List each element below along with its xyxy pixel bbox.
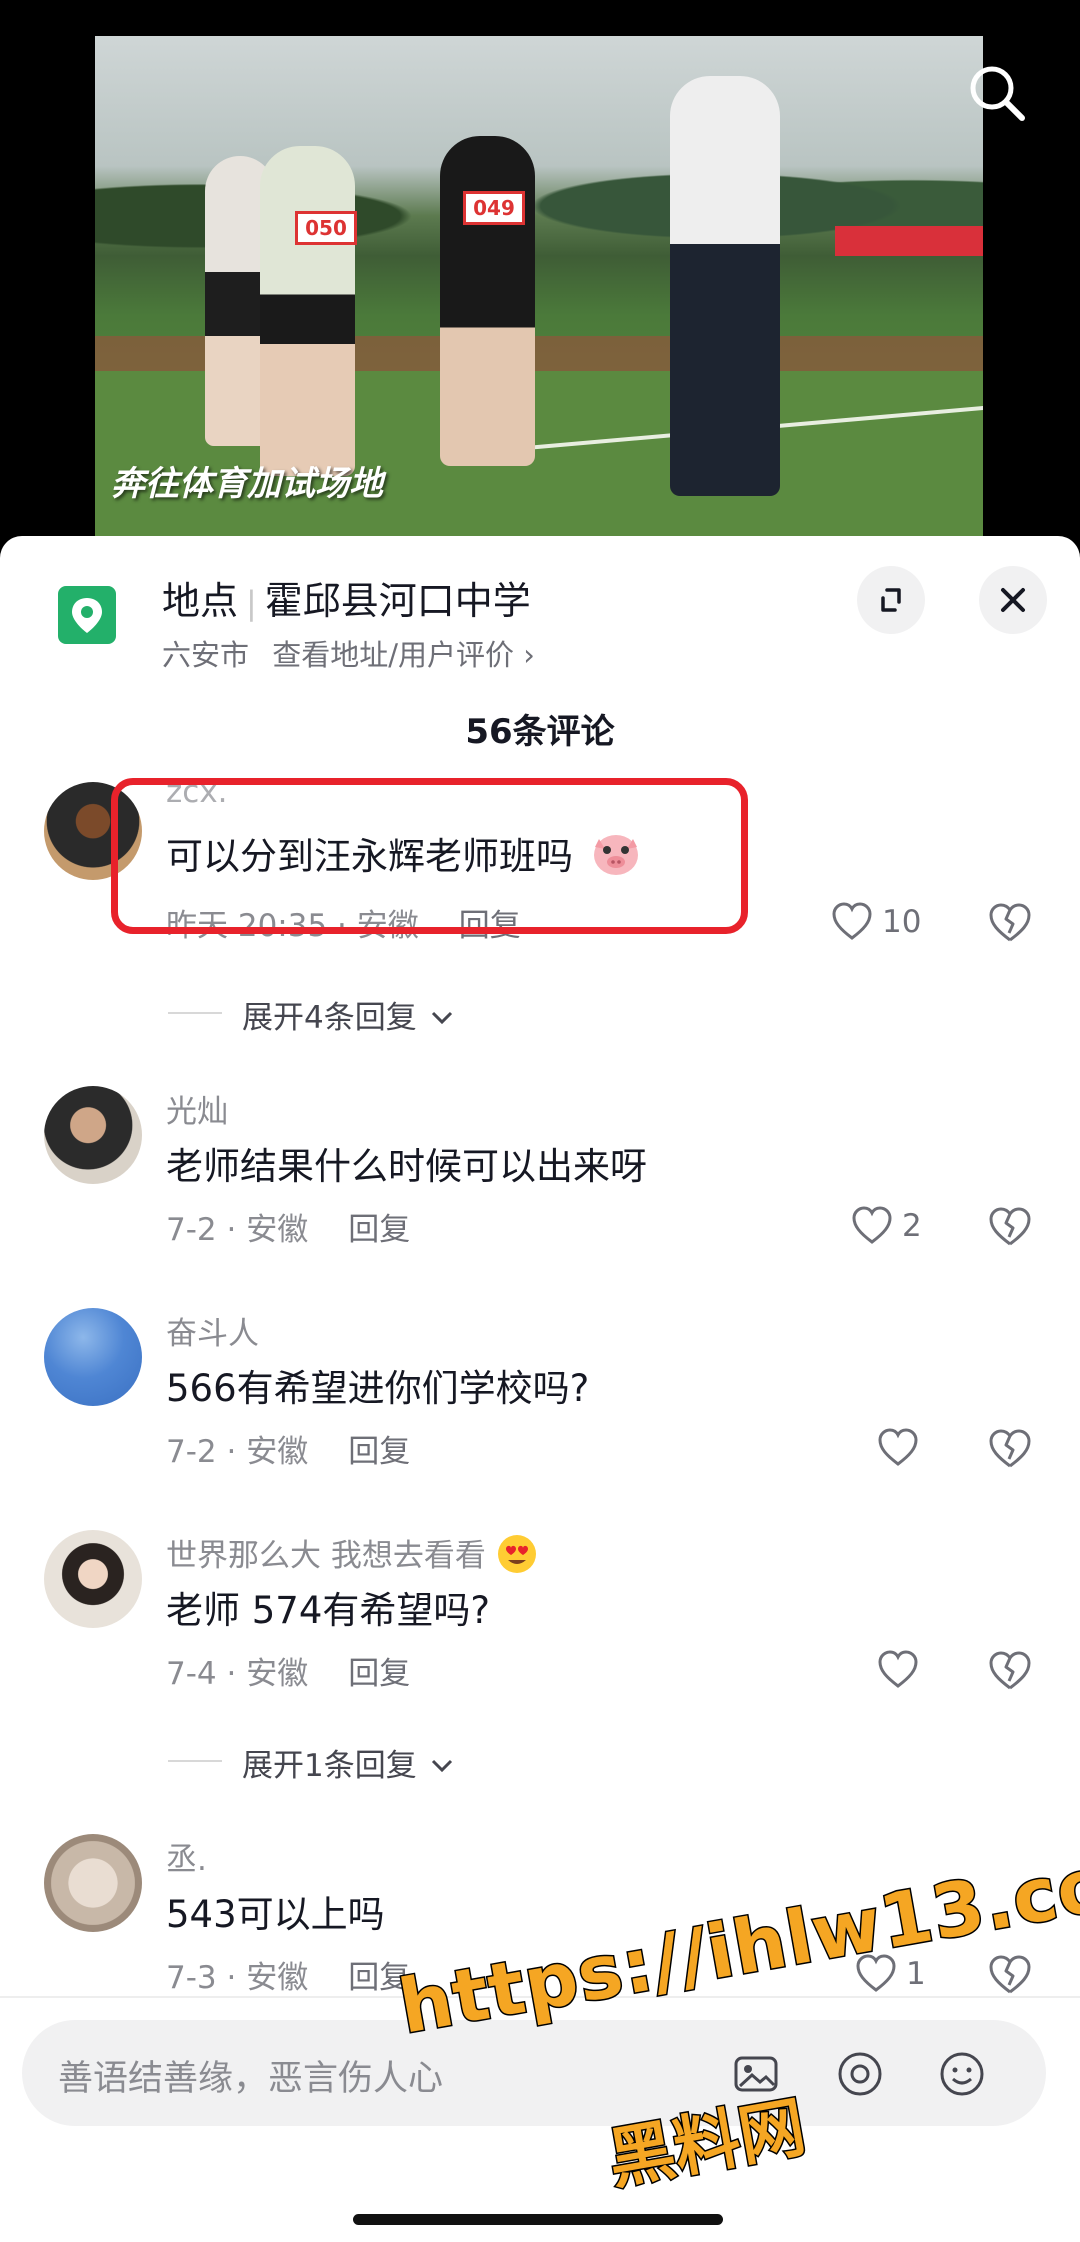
avatar[interactable] [44,1308,142,1406]
dislike-button[interactable] [987,1952,1033,2002]
comment-time-location: 7-3 · 安徽 [166,1960,309,1996]
like-button[interactable]: 10 [830,898,940,948]
comments-count: 56条评论 [465,712,615,752]
comment-time-location: 7-2 · 安徽 [166,1434,309,1470]
video-bib-number: 050 [295,211,357,245]
chevron-down-icon [431,1011,452,1025]
location-name: 霍邱县河口中学 [264,579,531,623]
like-button[interactable] [876,1424,986,1474]
dislike-button[interactable] [987,1648,1033,1698]
like-button[interactable] [876,1646,986,1696]
video-person [260,146,355,476]
expand-replies-label: 展开1条回复 [242,1748,417,1784]
broken-heart-icon [989,1429,1031,1468]
broken-heart-icon [989,1955,1031,1994]
video-caption: 奔往体育加试场地 [111,464,383,504]
comment-username[interactable]: 世界那么大 我想去看看 [166,1530,538,1583]
location-title[interactable]: 地点 | 霍邱县河口中学 [162,570,531,625]
comment-username[interactable]: 光灿 [166,1086,228,1131]
expand-sheet-button[interactable] [857,566,925,634]
location-label: 地点 [162,579,239,623]
comment-sheet: 地点 | 霍邱县河口中学 六安市 查看地址/用户评价 › 56条评论 zcx. 可以… [0,536,1080,2242]
at-mention-icon[interactable] [834,2048,886,2100]
broken-heart-icon [989,903,1031,942]
comment-meta: 7-2 · 安徽 回复 [166,1204,410,1249]
broken-heart-icon [989,1651,1031,1690]
chevron-down-icon [431,1759,452,1773]
reply-button[interactable]: 回复 [348,1434,410,1470]
heart-icon [878,1650,918,1688]
comment-text[interactable]: 543可以上吗 [166,1884,385,1938]
like-count: 2 [902,1208,922,1244]
video-banner [835,226,983,256]
search-icon[interactable] [962,58,1034,130]
comment-time-location: 7-4 · 安徽 [166,1656,309,1692]
location-subtitle[interactable]: 六安市 查看地址/用户评价 › [162,632,535,674]
expand-divider [168,1760,222,1762]
comment-input-placeholder: 善语结善缘，恶言伤人心 [58,2059,444,2099]
avatar[interactable] [44,1530,142,1628]
comment-meta: 7-3 · 安徽 回复 [166,1952,410,1997]
comment-text[interactable]: 老师结果什么时候可以出来呀 [166,1136,647,1190]
broken-heart-icon [989,1207,1031,1246]
expand-replies-button[interactable]: 展开4条回复 [242,992,457,1037]
close-button[interactable] [979,566,1047,634]
heart-icon [878,1428,918,1466]
comment-username[interactable]: 奋斗人 [166,1308,259,1353]
location-link[interactable]: 查看地址/用户评价 › [272,638,535,672]
home-indicator[interactable] [353,2214,723,2225]
emoji-icon[interactable] [936,2048,988,2100]
expand-divider [168,1012,222,1014]
comment-username-text: 世界那么大 我想去看看 [166,1538,486,1574]
heart-icon [852,1206,892,1244]
reply-button[interactable]: 回复 [348,1212,410,1248]
comment-time-location: 7-2 · 安徽 [166,1212,309,1248]
comment-text[interactable]: 566有希望进你们学校吗? [166,1358,589,1412]
location-separator: | [246,584,257,622]
expand-icon [881,588,901,612]
avatar[interactable] [44,1834,142,1932]
dislike-button[interactable] [987,900,1033,950]
video-player[interactable]: 050 049 奔往体育加试场地 [95,36,983,536]
video-person [670,76,780,496]
video-person [440,136,535,466]
heart-eyes-emoji-icon [496,1533,538,1583]
avatar[interactable] [44,1086,142,1184]
video-bib-number: 049 [463,191,525,225]
expand-replies-label: 展开4条回复 [242,1000,417,1036]
heart-icon [832,902,872,940]
watermark-url: https://ihlw13.com [391,1826,1080,2052]
like-count: 10 [882,904,922,940]
close-icon [1001,588,1025,612]
reply-button[interactable]: 回复 [348,1656,410,1692]
expand-replies-button[interactable]: 展开1条回复 [242,1740,457,1785]
location-city: 六安市 [162,638,250,672]
comment-meta: 7-2 · 安徽 回复 [166,1426,410,1471]
location-pin-icon [58,586,116,644]
comment-username[interactable]: 丞. [166,1834,207,1879]
dislike-button[interactable] [987,1204,1033,1254]
red-highlight-box [111,778,748,934]
dislike-button[interactable] [987,1426,1033,1476]
comment-text[interactable]: 老师 574有希望吗? [166,1580,490,1634]
comment-meta: 7-4 · 安徽 回复 [166,1648,410,1693]
comment-input[interactable]: 善语结善缘，恶言伤人心 [22,2020,1046,2126]
like-button[interactable]: 2 [850,1202,960,1252]
